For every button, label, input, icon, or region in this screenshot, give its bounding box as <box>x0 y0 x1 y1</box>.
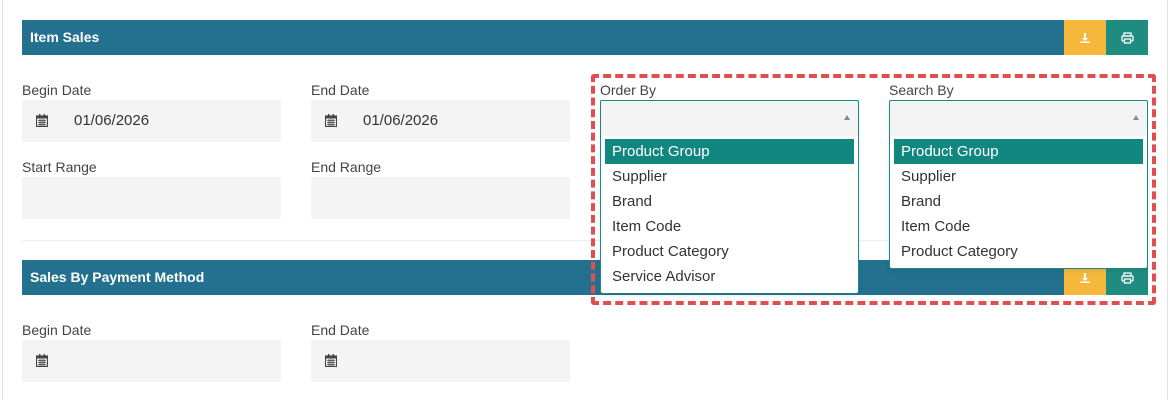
search-by-dropdown: Product Group Supplier Brand Item Code Produ… <box>889 136 1148 269</box>
order-by-option[interactable]: Item Code <box>605 214 854 239</box>
calendar-icon <box>35 114 49 132</box>
search-by-option[interactable]: Item Code <box>894 214 1143 239</box>
item-sales-print-button[interactable] <box>1106 20 1148 55</box>
order-by-select[interactable] <box>600 100 859 136</box>
begin-date-value: 01/06/2026 <box>74 112 150 129</box>
order-by-label: Order By <box>600 82 657 98</box>
item-sales-download-button[interactable] <box>1064 20 1106 55</box>
calendar-icon <box>324 354 338 372</box>
item-sales-header: Item Sales <box>22 20 1148 55</box>
search-by-label: Search By <box>889 82 954 98</box>
begin-date-input[interactable]: 01/06/2026 <box>22 100 281 142</box>
begin-date-label: Begin Date <box>22 82 92 98</box>
print-icon <box>1120 271 1134 284</box>
payment-end-date-label: End Date <box>311 322 370 338</box>
start-range-input[interactable] <box>22 177 281 219</box>
calendar-icon <box>324 114 338 132</box>
order-by-option[interactable]: Brand <box>605 189 854 214</box>
download-icon <box>1079 32 1091 44</box>
search-by-option[interactable]: Product Category <box>894 239 1143 264</box>
payment-begin-date-input[interactable] <box>22 340 281 382</box>
end-date-input[interactable]: 01/06/2026 <box>311 100 570 142</box>
item-sales-title: Item Sales <box>30 29 100 45</box>
end-date-value: 01/06/2026 <box>363 112 439 129</box>
order-by-dropdown: Product Group Supplier Brand Item Code Produ… <box>600 136 859 294</box>
search-by-option[interactable]: Product Group <box>894 139 1143 164</box>
payment-end-date-input[interactable] <box>311 340 570 382</box>
order-by-option[interactable]: Product Category <box>605 239 854 264</box>
search-by-option[interactable]: Supplier <box>894 164 1143 189</box>
payment-begin-date-label: Begin Date <box>22 322 92 338</box>
caret-up-icon <box>1133 115 1139 120</box>
order-by-option[interactable]: Product Group <box>605 139 854 164</box>
order-by-option[interactable]: Service Advisor <box>605 264 854 289</box>
search-by-select[interactable] <box>889 100 1148 136</box>
download-icon <box>1079 272 1091 284</box>
caret-up-icon <box>844 115 850 120</box>
start-range-label: Start Range <box>22 159 97 175</box>
search-by-option[interactable]: Brand <box>894 189 1143 214</box>
end-range-input[interactable] <box>311 177 570 219</box>
order-by-option[interactable]: Supplier <box>605 164 854 189</box>
end-range-label: End Range <box>311 159 382 175</box>
calendar-icon <box>35 354 49 372</box>
print-icon <box>1120 31 1134 44</box>
end-date-label: End Date <box>311 82 370 98</box>
sales-by-payment-title: Sales By Payment Method <box>30 269 205 285</box>
